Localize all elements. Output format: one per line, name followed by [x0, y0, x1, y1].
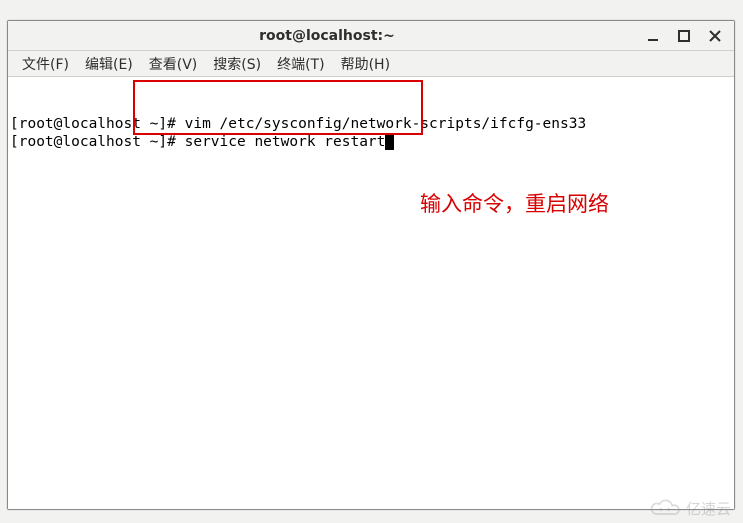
maximize-button[interactable]	[677, 29, 691, 43]
menu-search[interactable]: 搜索(S)	[205, 52, 269, 76]
terminal-line: [root@localhost ~]# service network rest…	[10, 133, 732, 151]
terminal-window: root@localhost:~ 文件(F) 编辑(E) 查看(V) 搜索(S)…	[7, 20, 735, 510]
command-text: service network restart	[185, 134, 386, 150]
window-controls	[646, 29, 734, 43]
menu-file[interactable]: 文件(F)	[14, 52, 77, 76]
terminal-area[interactable]: [root@localhost ~]# vim /etc/sysconfig/n…	[8, 77, 734, 509]
menu-edit[interactable]: 编辑(E)	[77, 52, 141, 76]
watermark: 亿速云	[646, 497, 731, 519]
terminal-line: [root@localhost ~]# vim /etc/sysconfig/n…	[10, 115, 732, 133]
watermark-text: 亿速云	[686, 498, 731, 519]
titlebar: root@localhost:~	[8, 21, 734, 51]
menu-view[interactable]: 查看(V)	[141, 52, 206, 76]
window-title: root@localhost:~	[8, 28, 646, 44]
cloud-icon	[646, 497, 682, 519]
command-text: vim /etc/sysconfig/network-scripts/ifcfg…	[185, 116, 587, 132]
cursor	[385, 134, 394, 150]
menu-terminal[interactable]: 终端(T)	[269, 52, 332, 76]
minimize-button[interactable]	[646, 29, 660, 43]
prompt: [root@localhost ~]#	[10, 134, 185, 150]
menubar: 文件(F) 编辑(E) 查看(V) 搜索(S) 终端(T) 帮助(H)	[8, 51, 734, 77]
menu-help[interactable]: 帮助(H)	[333, 52, 398, 76]
prompt: [root@localhost ~]#	[10, 116, 185, 132]
close-button[interactable]	[708, 29, 722, 43]
